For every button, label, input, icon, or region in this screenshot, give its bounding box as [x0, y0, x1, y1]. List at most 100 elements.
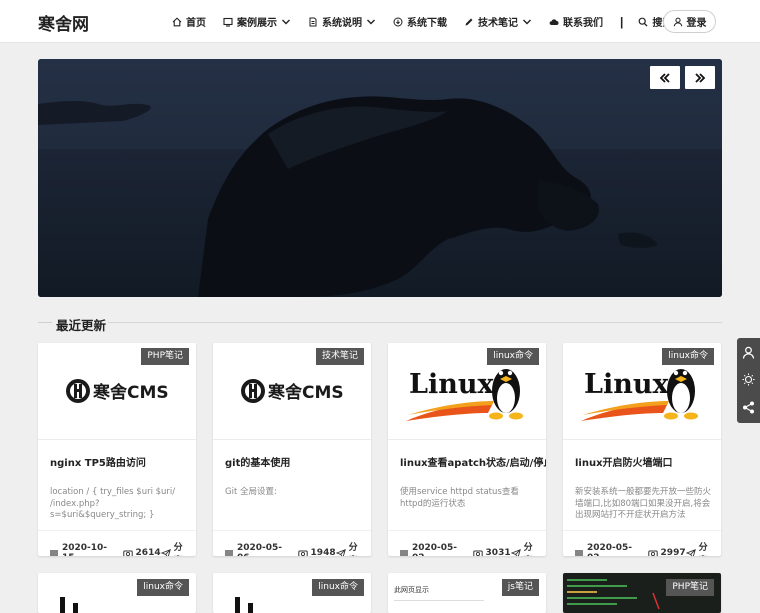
views-value: 2614: [135, 548, 161, 556]
share-icon[interactable]: [741, 400, 756, 415]
article-card[interactable]: Linux linux命令 linux查看apatch状态/启动/停止 使用se…: [388, 343, 546, 556]
article-card[interactable]: Linux linux命令 linux开启防火墙端口 新安装系统一般都要先开放一…: [563, 343, 721, 556]
send-icon: [335, 548, 346, 556]
nav-item-docs[interactable]: 系统说明: [308, 14, 376, 29]
banner-next-button[interactable]: [685, 66, 715, 89]
article-date: 2020-10-15: [62, 543, 108, 556]
category-tag[interactable]: js笔记: [501, 579, 539, 596]
nav-item-notes[interactable]: 技术笔记: [464, 14, 532, 29]
category-tag[interactable]: PHP笔记: [141, 348, 189, 365]
side-toolbar: [737, 338, 760, 423]
search-icon: [638, 17, 648, 27]
share-label: 分享: [523, 543, 533, 553]
send-icon: [160, 548, 171, 556]
chevron-down-icon: [281, 17, 291, 27]
nav-item-download[interactable]: 系统下载: [393, 14, 447, 29]
svg-text:此网页显示: 此网页显示: [394, 585, 429, 594]
camera-icon: [297, 549, 308, 556]
article-excerpt: 新安装系统一般都要先开放一些防火墙端口,比如80端口如果没开启,将会出现网站打不…: [575, 487, 712, 520]
nav-item-cases[interactable]: 案例展示: [223, 14, 291, 29]
share-button[interactable]: 分享: [335, 540, 365, 556]
section-title: 最近更新: [56, 318, 107, 333]
top-navbar: 寒舍网 首页 案例展示 系统说明 系统下载 技术笔记 联系我们 | 登录: [0, 0, 760, 43]
login-label: 登录: [686, 18, 707, 29]
display-icon: [223, 17, 233, 27]
article-card[interactable]: PHP笔记: [563, 573, 721, 613]
chevron-down-icon: [522, 17, 532, 27]
section-divider: [108, 322, 722, 323]
nav-label: 系统说明: [322, 18, 362, 29]
article-title[interactable]: linux查看apatch状态/启动/停止: [400, 454, 546, 469]
article-date: 2020-05-06: [237, 543, 283, 556]
share-button[interactable]: 分享: [160, 540, 190, 556]
send-icon: [510, 548, 521, 556]
site-logo[interactable]: 寒舍网: [38, 10, 89, 35]
card-divider: [563, 530, 721, 531]
double-chevron-right-icon: [694, 72, 706, 84]
share-button[interactable]: 分享: [685, 540, 715, 556]
banner-prev-button[interactable]: [650, 66, 680, 89]
article-date: 2020-05-02: [412, 543, 458, 556]
calendar-icon: [50, 549, 59, 556]
category-tag[interactable]: linux命令: [487, 348, 539, 365]
section-divider: [38, 322, 52, 323]
article-title[interactable]: linux开启防火墙端口: [575, 454, 673, 469]
nav-label: 首页: [186, 18, 206, 29]
user-icon: [673, 17, 683, 27]
nav-item-home[interactable]: 首页: [172, 14, 206, 29]
calendar-icon: [400, 549, 409, 556]
camera-icon: [472, 549, 483, 556]
article-card[interactable]: linux命令: [38, 573, 196, 613]
article-thumbnail[interactable]: 寒舍CMS PHP笔记: [38, 343, 196, 440]
camera-icon: [122, 549, 133, 556]
views-count: 1948: [297, 548, 336, 556]
category-tag[interactable]: PHP笔记: [666, 579, 714, 596]
article-card[interactable]: 寒舍CMS 技术笔记 git的基本使用 Git 全局设置: 2020-05-06…: [213, 343, 371, 556]
user-icon[interactable]: [741, 345, 756, 360]
svg-text:寒舍CMS: 寒舍CMS: [268, 382, 344, 403]
share-label: 分享: [698, 543, 708, 553]
card-divider: [388, 530, 546, 531]
category-tag[interactable]: linux命令: [662, 348, 714, 365]
share-label: 分享: [348, 543, 358, 553]
chevron-down-icon: [366, 17, 376, 27]
article-title[interactable]: nginx TP5路由访问: [50, 454, 146, 469]
document-icon: [308, 17, 318, 27]
home-icon: [172, 16, 182, 27]
article-thumbnail[interactable]: 寒舍CMS 技术笔记: [213, 343, 371, 440]
article-meta: 2020-05-06 1948 分享: [225, 540, 365, 556]
article-meta: 2020-05-02 3031 分享: [400, 540, 540, 556]
card-divider: [38, 530, 196, 531]
sun-icon[interactable]: [741, 372, 756, 387]
category-tag[interactable]: linux命令: [312, 579, 364, 596]
views-value: 1948: [310, 548, 336, 556]
nav-label: 联系我们: [563, 18, 603, 29]
nav-label: 系统下载: [407, 18, 447, 29]
article-date: 2020-05-02: [587, 543, 633, 556]
calendar-icon: [225, 549, 234, 556]
article-card[interactable]: 此网页显示 js笔记: [388, 573, 546, 613]
article-meta: 2020-10-15 2614 分享: [50, 540, 190, 556]
main-nav: 首页 案例展示 系统说明 系统下载 技术笔记 联系我们 |: [172, 0, 689, 43]
share-button[interactable]: 分享: [510, 540, 540, 556]
send-icon: [685, 548, 696, 556]
nav-item-contact[interactable]: 联系我们: [549, 14, 603, 29]
article-card[interactable]: linux命令: [213, 573, 371, 613]
article-title[interactable]: git的基本使用: [225, 454, 290, 469]
article-thumbnail[interactable]: Linux linux命令: [563, 343, 721, 440]
category-tag[interactable]: 技术笔记: [315, 348, 364, 365]
views-value: 3031: [485, 548, 511, 556]
calendar-icon: [575, 549, 584, 556]
article-card[interactable]: 寒舍CMS PHP笔记 nginx TP5路由访问 location / { t…: [38, 343, 196, 556]
views-count: 3031: [472, 548, 511, 556]
login-button[interactable]: 登录: [663, 10, 716, 33]
article-thumbnail[interactable]: Linux linux命令: [388, 343, 546, 440]
svg-text:寒舍CMS: 寒舍CMS: [93, 382, 169, 403]
article-meta: 2020-05-02 2997 分享: [575, 540, 715, 556]
nav-label: 案例展示: [237, 18, 277, 29]
category-tag[interactable]: linux命令: [137, 579, 189, 596]
cloud-icon: [549, 17, 559, 27]
hero-banner[interactable]: [38, 59, 722, 297]
card-divider: [213, 530, 371, 531]
views-value: 2997: [660, 548, 686, 556]
